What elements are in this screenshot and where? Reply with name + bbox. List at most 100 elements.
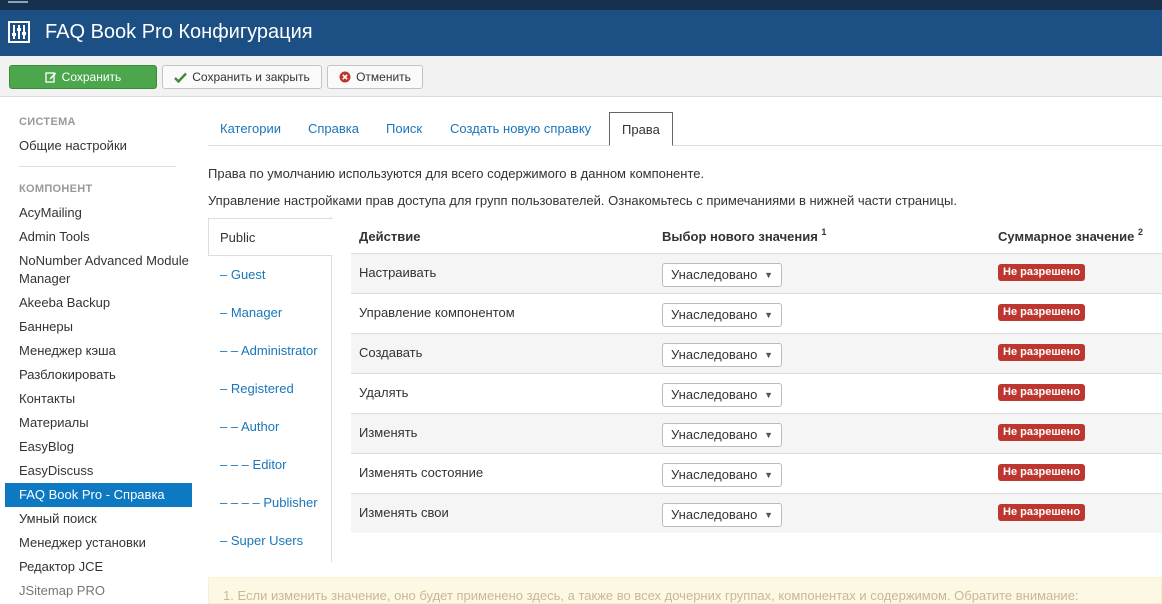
sidebar-item[interactable]: NoNumber Advanced Module Manager xyxy=(19,252,194,288)
sidebar-item[interactable]: AcyMailing xyxy=(19,204,194,222)
sidebar: СИСТЕМА Общие настройки КОМПОНЕНТ AcyMai… xyxy=(0,97,200,604)
group-tab[interactable]: – – Administrator xyxy=(220,343,318,358)
status-badge: Не разрешено xyxy=(998,304,1086,321)
column-header-calculated-label: Суммарное значение xyxy=(998,229,1135,244)
save-and-close-button[interactable]: Сохранить и закрыть xyxy=(162,65,322,89)
caret-down-icon: ▼ xyxy=(764,430,773,440)
table-row: Создавать Унаследовано ▼ Не разрешено xyxy=(351,333,1162,373)
admin-top-strip xyxy=(0,0,1162,10)
sidebar-item[interactable]: EasyDiscuss xyxy=(19,462,194,480)
select-value: Унаследовано xyxy=(671,467,758,482)
action-label: Настраивать xyxy=(359,265,437,280)
toolbar: Сохранить Сохранить и закрыть Отменить xyxy=(0,56,1162,97)
permission-select[interactable]: Унаследовано ▼ xyxy=(662,463,782,487)
cancel-button-label: Отменить xyxy=(356,70,411,84)
group-tab[interactable]: – Super Users xyxy=(220,533,303,548)
group-tab[interactable]: – Manager xyxy=(220,305,282,320)
edit-icon xyxy=(45,72,56,83)
caret-down-icon: ▼ xyxy=(764,390,773,400)
sidebar-item[interactable]: Умный поиск xyxy=(19,510,194,528)
tab-categories[interactable]: Категории xyxy=(220,112,281,145)
permissions-footnote: 1. Если изменить значение, оно будет при… xyxy=(208,577,1162,604)
cancel-button[interactable]: Отменить xyxy=(327,65,423,89)
caret-down-icon: ▼ xyxy=(764,310,773,320)
sidebar-item[interactable]: Менеджер кэша xyxy=(19,342,194,360)
save-button-label: Сохранить xyxy=(61,70,122,84)
sidebar-item[interactable]: Разблокировать xyxy=(19,366,194,384)
footnote-ref: 2 xyxy=(1138,227,1144,237)
tab-create-help[interactable]: Создать новую справку xyxy=(450,112,591,145)
tab-help[interactable]: Справка xyxy=(308,112,359,145)
table-row: Изменять состояние Унаследовано ▼ Не разр… xyxy=(351,453,1162,493)
column-header-new-value-label: Выбор нового значения xyxy=(662,229,818,244)
sidebar-item[interactable]: Баннеры xyxy=(19,318,194,336)
action-label: Изменять состояние xyxy=(359,465,484,480)
status-badge: Не разрешено xyxy=(998,504,1086,521)
table-row: Изменять свои Унаследовано ▼ Не разрешено xyxy=(351,493,1162,533)
select-value: Унаследовано xyxy=(671,347,758,362)
sidebar-item-general-settings[interactable]: Общие настройки xyxy=(19,137,194,155)
permissions-note-2: Управление настройками прав доступа для … xyxy=(208,193,957,208)
sidebar-item[interactable]: JSitemap PRO xyxy=(19,582,194,600)
caret-down-icon: ▼ xyxy=(764,470,773,480)
permission-select[interactable]: Унаследовано ▼ xyxy=(662,503,782,527)
select-value: Унаследовано xyxy=(671,387,758,402)
caret-down-icon: ▼ xyxy=(764,270,773,280)
table-row: Настраивать Унаследовано ▼ Не разрешено xyxy=(351,253,1162,293)
column-header-new-value: Выбор нового значения 1 xyxy=(662,227,827,244)
group-tab[interactable]: – Guest xyxy=(220,267,266,282)
action-label: Удалять xyxy=(359,385,409,400)
equalizer-icon xyxy=(8,21,30,43)
action-label: Управление компонентом xyxy=(359,305,515,320)
select-value: Унаследовано xyxy=(671,427,758,442)
permission-select[interactable]: Унаследовано ▼ xyxy=(662,303,782,327)
table-row: Удалять Унаследовано ▼ Не разрешено xyxy=(351,373,1162,413)
permission-select[interactable]: Унаследовано ▼ xyxy=(662,423,782,447)
sidebar-section-system: СИСТЕМА xyxy=(19,116,76,128)
sidebar-item[interactable]: Менеджер установки xyxy=(19,534,194,552)
status-badge: Не разрешено xyxy=(998,264,1086,281)
group-tab[interactable]: – – – Editor xyxy=(220,457,287,472)
sidebar-item[interactable]: Admin Tools xyxy=(19,228,194,246)
page-title: FAQ Book Pro Конфигурация xyxy=(45,21,313,43)
permission-select[interactable]: Унаследовано ▼ xyxy=(662,263,782,287)
column-header-action: Действие xyxy=(359,229,421,244)
sidebar-item-active[interactable]: FAQ Book Pro - Справка xyxy=(5,483,192,507)
save-button[interactable]: Сохранить xyxy=(9,65,157,89)
checkmark-icon xyxy=(174,72,188,83)
sidebar-item[interactable]: Контакты xyxy=(19,390,194,408)
tab-search[interactable]: Поиск xyxy=(386,112,422,145)
action-label: Изменять свои xyxy=(359,505,449,520)
cancel-circle-icon xyxy=(339,71,351,83)
group-tab[interactable]: – – – – Publisher xyxy=(220,495,318,510)
permission-select[interactable]: Унаследовано ▼ xyxy=(662,383,782,407)
table-row: Управление компонентом Унаследовано ▼ Не … xyxy=(351,293,1162,333)
action-label: Изменять xyxy=(359,425,418,440)
joomla-logo-icon xyxy=(8,0,28,3)
status-badge: Не разрешено xyxy=(998,384,1086,401)
status-badge: Не разрешено xyxy=(998,424,1086,441)
sidebar-item[interactable]: Akeeba Backup xyxy=(19,294,194,312)
group-tab[interactable]: – – Author xyxy=(220,419,279,434)
save-and-close-label: Сохранить и закрыть xyxy=(192,70,310,84)
caret-down-icon: ▼ xyxy=(764,350,773,360)
sidebar-item[interactable]: EasyBlog xyxy=(19,438,194,456)
table-row: Изменять Унаследовано ▼ Не разрешено xyxy=(351,413,1162,453)
tab-permissions[interactable]: Права xyxy=(609,112,673,146)
table-header: Действие Выбор нового значения 1 Суммарн… xyxy=(351,217,1162,253)
select-value: Унаследовано xyxy=(671,507,758,522)
status-badge: Не разрешено xyxy=(998,344,1086,361)
footnote-ref: 1 xyxy=(821,227,827,237)
user-groups-list: Public – Guest – Manager – – Administrat… xyxy=(208,217,333,562)
sidebar-item[interactable]: Материалы xyxy=(19,414,194,432)
caret-down-icon: ▼ xyxy=(764,510,773,520)
select-value: Унаследовано xyxy=(671,267,758,282)
select-value: Унаследовано xyxy=(671,307,758,322)
group-tab-active[interactable]: Public xyxy=(208,218,333,256)
action-label: Создавать xyxy=(359,345,423,360)
sidebar-item[interactable]: Редактор JCE xyxy=(19,558,194,576)
permission-select[interactable]: Унаследовано ▼ xyxy=(662,343,782,367)
sidebar-section-component: КОМПОНЕНТ xyxy=(19,183,93,195)
group-tab[interactable]: – Registered xyxy=(220,381,294,396)
permissions-note-1: Права по умолчанию используются для всег… xyxy=(208,166,705,181)
